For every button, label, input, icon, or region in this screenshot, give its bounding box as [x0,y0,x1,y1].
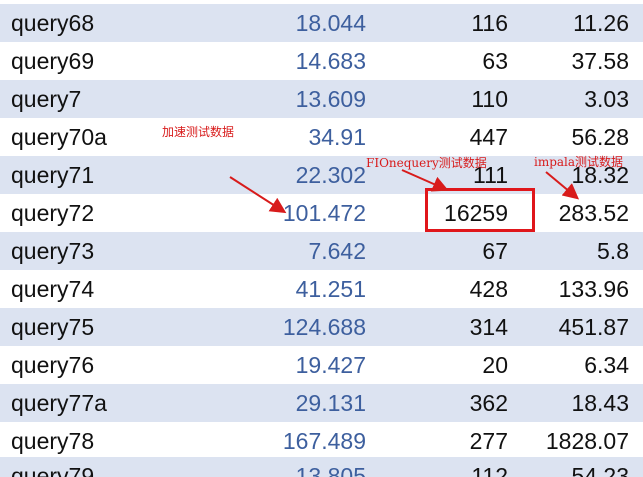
annotation-arrows [229,169,580,214]
arrow-col-a [229,176,287,214]
arrow-col-c [545,171,580,200]
arrow-col-b [401,169,449,192]
